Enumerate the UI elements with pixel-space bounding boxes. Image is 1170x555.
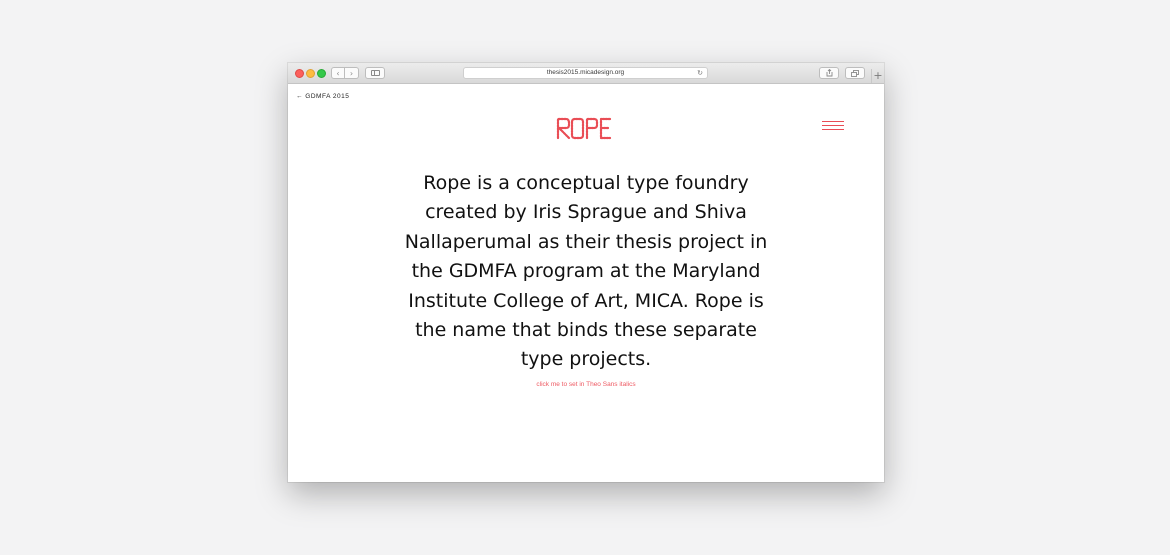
share-button[interactable] (819, 67, 839, 79)
address-bar[interactable]: thesis2015.micadesign.org ↻ (463, 67, 708, 79)
chevron-right-icon: › (349, 68, 354, 78)
tabs-icon (851, 69, 859, 77)
back-button[interactable]: ‹ (331, 67, 345, 79)
url-text: thesis2015.micadesign.org (546, 69, 625, 76)
back-to-gdmfa-link[interactable]: ← GDMFA 2015 (296, 93, 349, 100)
chevron-left-icon: ‹ (336, 68, 340, 78)
new-tab-button[interactable]: + (871, 69, 884, 83)
share-icon (826, 69, 832, 77)
zoom-window-button[interactable] (317, 69, 326, 78)
browser-toolbar: ‹ › thesis2015.micadesign.org ↻ + (288, 63, 884, 84)
sidebar-toggle-button[interactable] (365, 67, 385, 79)
show-tabs-button[interactable] (845, 67, 865, 79)
italic-toggle-link[interactable]: click me to set in Theo Sans italics (288, 381, 884, 388)
forward-button[interactable]: › (345, 67, 359, 79)
hamburger-menu-icon[interactable] (822, 121, 844, 131)
close-window-button[interactable] (295, 69, 304, 78)
reload-icon[interactable]: ↻ (697, 68, 703, 78)
sidebar-icon (370, 70, 380, 76)
rope-logo[interactable] (556, 116, 614, 140)
browser-window: ‹ › thesis2015.micadesign.org ↻ + ← GDMF… (288, 63, 884, 482)
minimize-window-button[interactable] (306, 69, 315, 78)
intro-paragraph: Rope is a conceptual type foundry create… (404, 172, 768, 371)
